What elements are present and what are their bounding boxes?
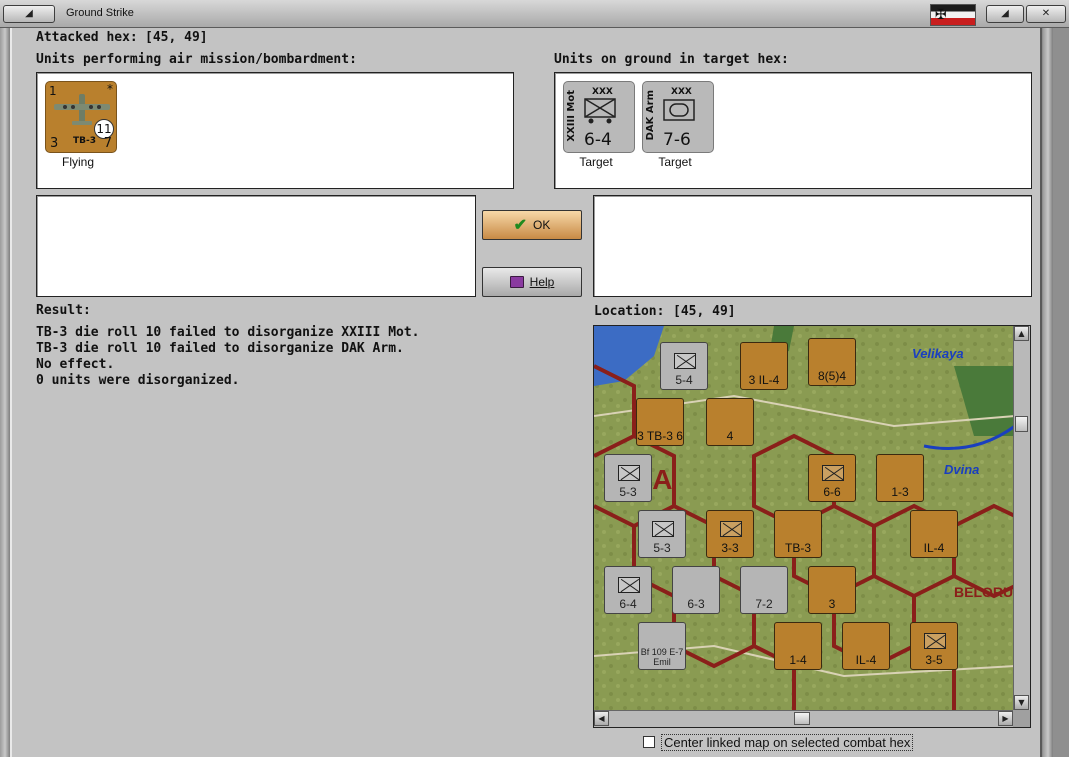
ok-button-label: OK — [533, 218, 551, 232]
ground-unit-counter-1[interactable]: XXIII Mot XXX 6-4 — [563, 81, 635, 153]
map-label-dvina: Dvina — [944, 462, 980, 477]
location-label: Location: — [594, 304, 665, 319]
ground-unit-status-1: Target — [579, 155, 613, 169]
map-counter[interactable]: 1-4 — [774, 622, 822, 670]
result-line: No effect. — [36, 357, 115, 372]
map-counter[interactable]: 5-3 — [604, 454, 652, 502]
counter-strength: 6-4 — [584, 130, 612, 150]
scroll-up-icon[interactable]: ▲ — [1014, 326, 1029, 341]
center-map-label[interactable]: Center linked map on selected combat hex — [661, 734, 914, 751]
vertical-scroll-thumb[interactable] — [1015, 416, 1028, 432]
counter-unit-name: XXIII Mot — [566, 90, 577, 142]
ground-units-label: Units on ground in target hex: — [554, 52, 789, 67]
armor-icon — [663, 99, 695, 121]
result-line: 0 units were disorganized. — [36, 373, 240, 388]
help-button-label: Help — [529, 275, 555, 289]
counter-size: XXX — [592, 87, 613, 97]
map-counter[interactable]: 1-3 — [876, 454, 924, 502]
map-counter[interactable]: 3 IL-4 — [740, 342, 788, 390]
scroll-left-icon[interactable]: ◀ — [594, 711, 609, 726]
minimize-button[interactable]: ◢ — [986, 5, 1024, 23]
map-vertical-scrollbar[interactable]: ▲ ▼ — [1013, 326, 1030, 712]
map-counter[interactable]: 5-4 — [660, 342, 708, 390]
map-counter[interactable]: 7-2 — [740, 566, 788, 614]
ok-button[interactable]: ✔ OK — [482, 210, 582, 240]
map-counter[interactable]: 8(5)4 — [808, 338, 856, 386]
checkmark-icon: ✔ — [513, 217, 528, 234]
map-counter[interactable]: IL-4 — [910, 510, 958, 558]
result-line: TB-3 die roll 10 failed to disorganize X… — [36, 325, 420, 340]
ground-unit-status-2: Target — [658, 155, 692, 169]
scroll-corner — [1013, 710, 1030, 727]
attacked-hex-value: [45, 49] — [145, 30, 208, 45]
counter-bottom-right: 7 — [103, 136, 112, 151]
result-label: Result: — [36, 303, 91, 318]
map-counter[interactable]: 6-3 — [672, 566, 720, 614]
result-line: TB-3 die roll 10 failed to disorganize D… — [36, 341, 404, 356]
close-button[interactable]: ✕ — [1026, 5, 1066, 23]
counter-size: XXX — [671, 87, 692, 97]
help-button[interactable]: Help — [482, 267, 582, 297]
horizontal-scroll-thumb[interactable] — [794, 712, 810, 725]
window-menu-button[interactable]: ◢ — [3, 5, 55, 23]
map-counter[interactable]: 6-6 — [808, 454, 856, 502]
right-frame — [1043, 28, 1053, 757]
motorized-infantry-icon — [584, 98, 616, 124]
map-counter[interactable]: TB-3 — [774, 510, 822, 558]
map-counter[interactable]: Bf 109 E-7 Emil — [638, 622, 686, 670]
air-unit-status: Flying — [61, 155, 94, 169]
scroll-right-icon[interactable]: ▶ — [998, 711, 1013, 726]
left-frame — [0, 28, 10, 757]
scroll-down-icon[interactable]: ▼ — [1014, 695, 1029, 710]
ground-detail-panel — [593, 195, 1032, 297]
map-counter[interactable]: 4 — [706, 398, 754, 446]
air-unit-counter[interactable]: 1 * 11 TB-3 3 7 — [45, 81, 117, 153]
air-units-label: Units performing air mission/bombardment… — [36, 52, 357, 67]
map-label-belor: BELORU — [954, 584, 1014, 600]
counter-bottom-left: 3 — [50, 136, 59, 151]
air-detail-panel — [36, 195, 476, 297]
german-flag-icon: ✠ — [930, 4, 976, 26]
map-counter[interactable]: 3-3 — [706, 510, 754, 558]
counter-strength: 7-6 — [663, 130, 691, 150]
ground-unit-counter-2[interactable]: DAK Arm XXX 7-6 — [642, 81, 714, 153]
title-bar: ◢ Ground Strike ✠ ◢ ✕ — [0, 0, 1069, 28]
map-counter[interactable]: IL-4 — [842, 622, 890, 670]
map-label-velikaya: Velikaya — [912, 346, 964, 361]
attacked-hex-label: Attacked hex: — [36, 30, 138, 45]
center-map-checkbox[interactable] — [643, 736, 655, 748]
map-counter[interactable]: 3 — [808, 566, 856, 614]
counter-unit-name: DAK Arm — [645, 90, 656, 141]
location-value: [45, 49] — [673, 304, 736, 319]
map-counter[interactable]: 6-4 — [604, 566, 652, 614]
map-counter[interactable]: 3 TB-3 6 — [636, 398, 684, 446]
window-title: Ground Strike — [66, 7, 134, 19]
counter-name: TB-3 — [73, 136, 96, 146]
map-horizontal-scrollbar[interactable]: ◀ ▶ — [594, 710, 1015, 727]
ground-units-panel: XXIII Mot XXX 6-4 Target DAK Arm XXX 7-6… — [554, 72, 1032, 189]
map-counter[interactable]: 5-3 — [638, 510, 686, 558]
help-book-icon — [509, 276, 524, 288]
air-units-panel: 1 * 11 TB-3 3 7 Flying — [36, 72, 514, 189]
map-counter[interactable]: 3-5 — [910, 622, 958, 670]
linked-map[interactable]: Velikaya Dvina ANIA BELORU 5-4 3 IL-4 8(… — [593, 325, 1031, 728]
